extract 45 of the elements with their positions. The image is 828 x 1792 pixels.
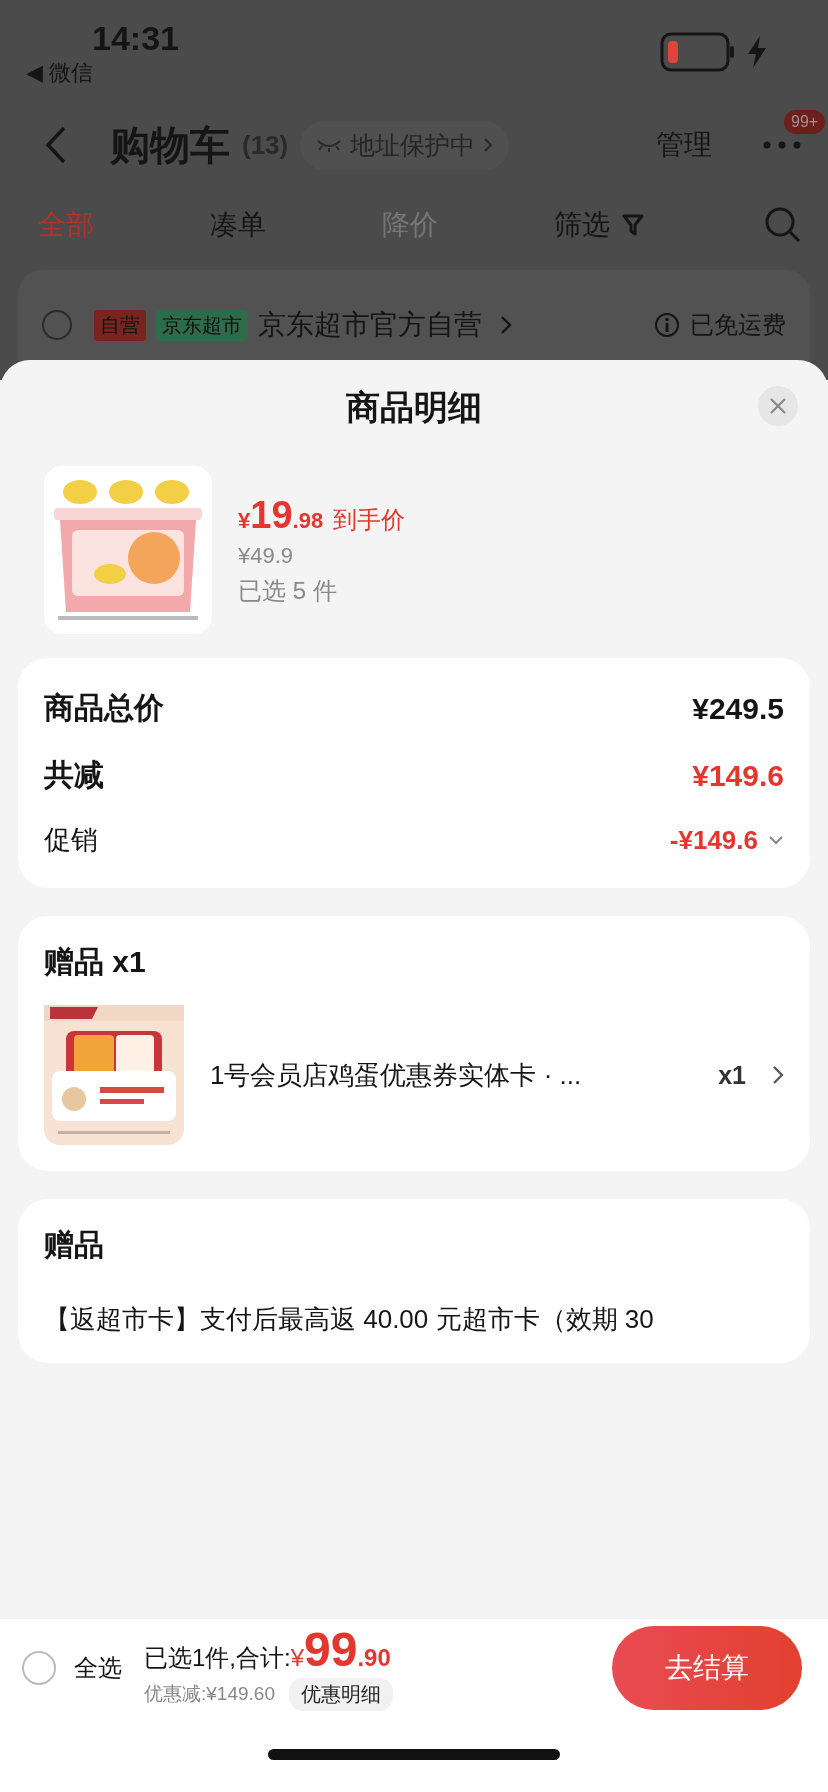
close-button[interactable] <box>758 386 798 426</box>
chevron-icon[interactable] <box>772 1065 784 1085</box>
total-integer: 99 <box>304 1625 358 1674</box>
charging-icon <box>746 36 768 68</box>
gift-quantity: x1 <box>718 1060 746 1090</box>
more-icon[interactable] <box>762 140 802 150</box>
store-checkbox[interactable] <box>42 310 72 340</box>
price-currency: ¥ <box>238 507 251 534</box>
filter-tab[interactable]: 全部 <box>38 206 210 244</box>
closed-eye-icon <box>316 138 343 152</box>
back-icon[interactable] <box>44 125 68 165</box>
notification-badge: 99+ <box>784 110 826 134</box>
gift-name[interactable]: 1号会员店鸡蛋优惠券实体卡 · ... <box>210 1057 582 1093</box>
store-tag: 自营 <box>94 309 146 341</box>
summary-value[interactable]: -¥149.6 <box>669 824 758 856</box>
chevron-down-icon[interactable] <box>768 835 784 845</box>
price-integer: 19 <box>250 493 293 537</box>
discount-details-button[interactable]: 优惠明细 <box>288 1677 393 1711</box>
close-icon[interactable] <box>769 397 787 415</box>
saving-amount: 优惠减:¥149.60 <box>144 1682 275 1706</box>
original-price: ¥49.9 <box>238 542 295 569</box>
select-all-checkbox[interactable] <box>22 1651 56 1685</box>
price-label: 到手价 <box>333 504 406 535</box>
summary-label: 商品总价 <box>44 690 165 726</box>
store-name[interactable]: 京东超市官方自营 <box>258 306 482 344</box>
total-label: 已选1件,合计: <box>144 1642 291 1673</box>
total-currency: ¥ <box>290 1643 305 1672</box>
filter-icon[interactable] <box>622 213 644 237</box>
store-tag: 京东超市 <box>156 309 248 341</box>
summary-label: 促销 <box>44 824 99 857</box>
info-icon[interactable] <box>654 312 680 338</box>
sheet-title: 商品明细 <box>346 387 482 428</box>
summary-label: 共减 <box>44 757 105 793</box>
summary-value: ¥149.6 <box>692 758 784 793</box>
shipping-status: 已免运费 <box>690 310 786 340</box>
card-title: 赠品 x1 <box>44 944 147 980</box>
checkout-button[interactable]: 去结算 <box>612 1626 802 1710</box>
select-all-label[interactable]: 全选 <box>74 1652 122 1684</box>
gift-note-text: 【返超市卡】支付后最高返 40.00 元超市卡（效期 30 <box>44 1303 655 1336</box>
price-decimal: .98 <box>292 507 324 534</box>
total-decimal: .90 <box>357 1643 391 1672</box>
search-icon[interactable] <box>764 206 802 244</box>
selected-quantity: 已选 5 件 <box>238 575 338 606</box>
card-title: 赠品 <box>44 1227 105 1263</box>
summary-value: ¥249.5 <box>692 691 784 726</box>
